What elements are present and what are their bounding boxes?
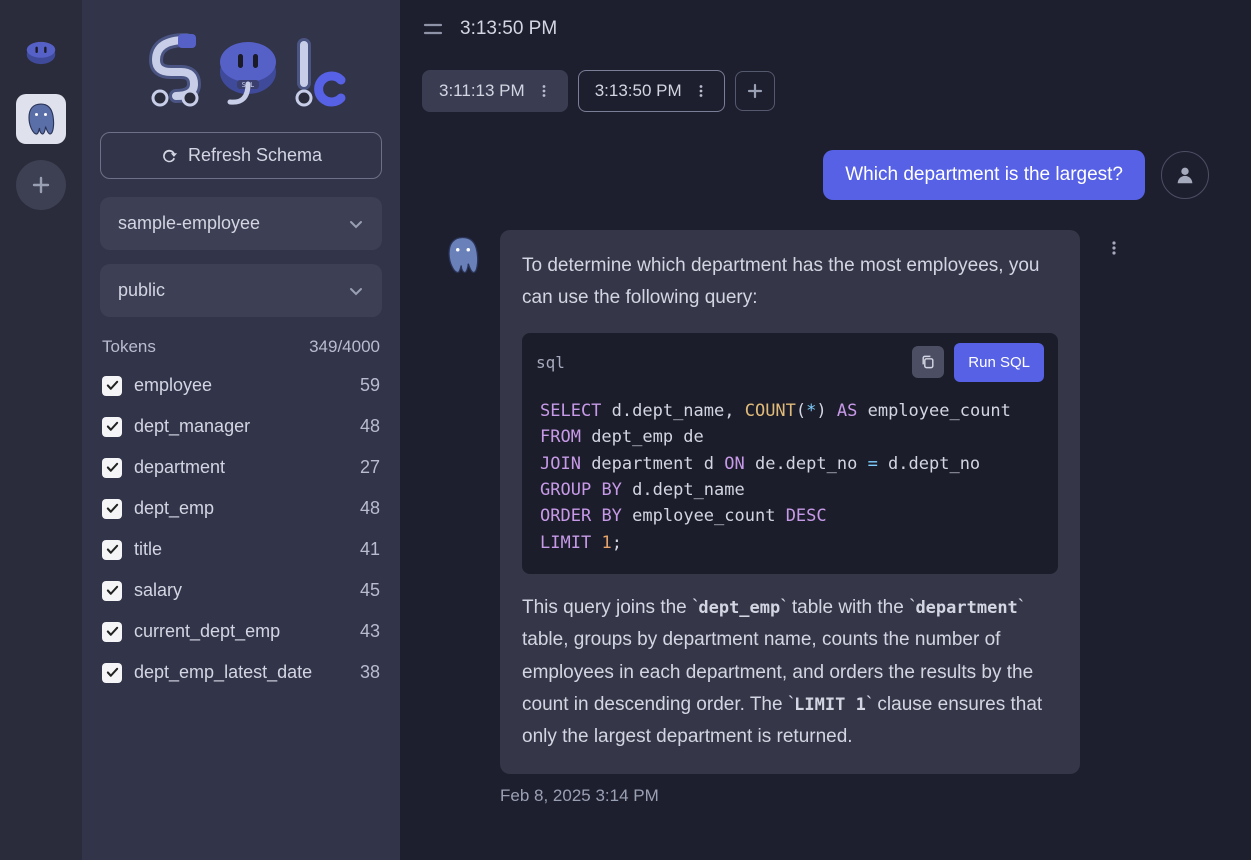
assistant-intro-text: To determine which department has the mo… [522,250,1058,315]
tab[interactable]: 3:11:13 PM [422,70,568,112]
refresh-schema-button[interactable]: Refresh Schema [100,132,382,179]
table-name: salary [134,580,352,601]
check-icon [106,420,119,433]
table-checkbox[interactable] [102,458,122,478]
rail-add-button[interactable] [16,160,66,210]
table-item[interactable]: employee 59 [96,369,386,402]
code-lang-label: sql [536,349,902,376]
assistant-message: To determine which department has the mo… [500,230,1080,774]
tab-label: 3:13:50 PM [595,81,682,101]
rail-app-sql-icon[interactable] [16,28,66,78]
table-item[interactable]: title 41 [96,533,386,566]
chevron-down-icon [348,216,364,232]
plus-icon [746,82,764,100]
table-list: employee 59 dept_manager 48 department 2… [94,369,388,689]
user-message: Which department is the largest? [823,150,1145,200]
assistant-message-row: To determine which department has the mo… [442,230,1209,774]
database-select-value: sample-employee [118,213,260,234]
message-timestamp: Feb 8, 2025 3:14 PM [500,786,1209,806]
menu-icon[interactable] [422,18,444,40]
tokens-row: Tokens 349/4000 [94,331,388,369]
table-name: department [134,457,352,478]
table-checkbox[interactable] [102,540,122,560]
check-icon [106,461,119,474]
table-count: 43 [360,621,380,642]
table-item[interactable]: salary 45 [96,574,386,607]
database-select[interactable]: sample-employee [100,197,382,250]
table-item[interactable]: dept_emp 48 [96,492,386,525]
table-item[interactable]: dept_manager 48 [96,410,386,443]
table-name: dept_emp_latest_date [134,662,352,683]
table-name: title [134,539,352,560]
refresh-label: Refresh Schema [188,145,322,166]
add-tab-button[interactable] [735,71,775,111]
icon-rail [0,0,82,860]
check-icon [106,543,119,556]
topbar-time: 3:13:50 PM [460,18,557,40]
user-avatar [1161,151,1209,199]
check-icon [106,584,119,597]
dots-vertical-icon[interactable] [694,84,708,98]
tokens-label: Tokens [102,337,156,357]
table-item[interactable]: dept_emp_latest_date 38 [96,656,386,689]
assistant-explanation: This query joins the `dept_emp` table wi… [522,592,1058,753]
table-checkbox[interactable] [102,376,122,396]
sidebar: SQL Refresh Schema sample-employee publi… [82,0,400,860]
table-checkbox[interactable] [102,663,122,683]
table-count: 48 [360,498,380,519]
user-icon [1174,164,1196,186]
refresh-icon [160,147,178,165]
table-count: 59 [360,375,380,396]
code-header: sql Run SQL [522,333,1058,393]
table-checkbox[interactable] [102,417,122,437]
check-icon [106,379,119,392]
copy-button[interactable] [912,346,944,378]
table-checkbox[interactable] [102,622,122,642]
main-area: 3:13:50 PM 3:11:13 PM 3:13:50 PM Which d… [400,0,1251,860]
topbar: 3:13:50 PM [400,0,1251,58]
table-name: current_dept_emp [134,621,352,642]
table-count: 27 [360,457,380,478]
table-name: dept_manager [134,416,352,437]
check-icon [106,502,119,515]
message-actions-button[interactable] [1106,240,1122,261]
tab-label: 3:11:13 PM [439,81,525,101]
table-checkbox[interactable] [102,581,122,601]
chevron-down-icon [348,283,364,299]
chat-area: Which department is the largest? To dete… [400,136,1251,860]
rail-db-postgres-icon[interactable] [16,94,66,144]
tokens-value: 349/4000 [309,337,380,357]
check-icon [106,666,119,679]
tab[interactable]: 3:13:50 PM [578,70,725,112]
table-count: 45 [360,580,380,601]
schema-select-value: public [118,280,165,301]
table-checkbox[interactable] [102,499,122,519]
run-sql-button[interactable]: Run SQL [954,343,1044,383]
code-body: SELECT d.dept_name, COUNT(*) AS employee… [522,392,1058,574]
user-message-row: Which department is the largest? [442,150,1209,200]
table-count: 41 [360,539,380,560]
assistant-avatar [442,234,484,276]
table-item[interactable]: current_dept_emp 43 [96,615,386,648]
table-count: 48 [360,416,380,437]
code-block: sql Run SQL SELECT d.dept_name, COUNT(*)… [522,333,1058,575]
table-count: 38 [360,662,380,683]
copy-icon [920,354,936,370]
dots-vertical-icon[interactable] [537,84,551,98]
dots-vertical-icon [1106,240,1122,256]
schema-select[interactable]: public [100,264,382,317]
tabbar: 3:11:13 PM 3:13:50 PM [400,58,1251,136]
table-name: dept_emp [134,498,352,519]
check-icon [106,625,119,638]
table-name: employee [134,375,352,396]
app-logo: SQL [94,14,388,132]
table-item[interactable]: department 27 [96,451,386,484]
